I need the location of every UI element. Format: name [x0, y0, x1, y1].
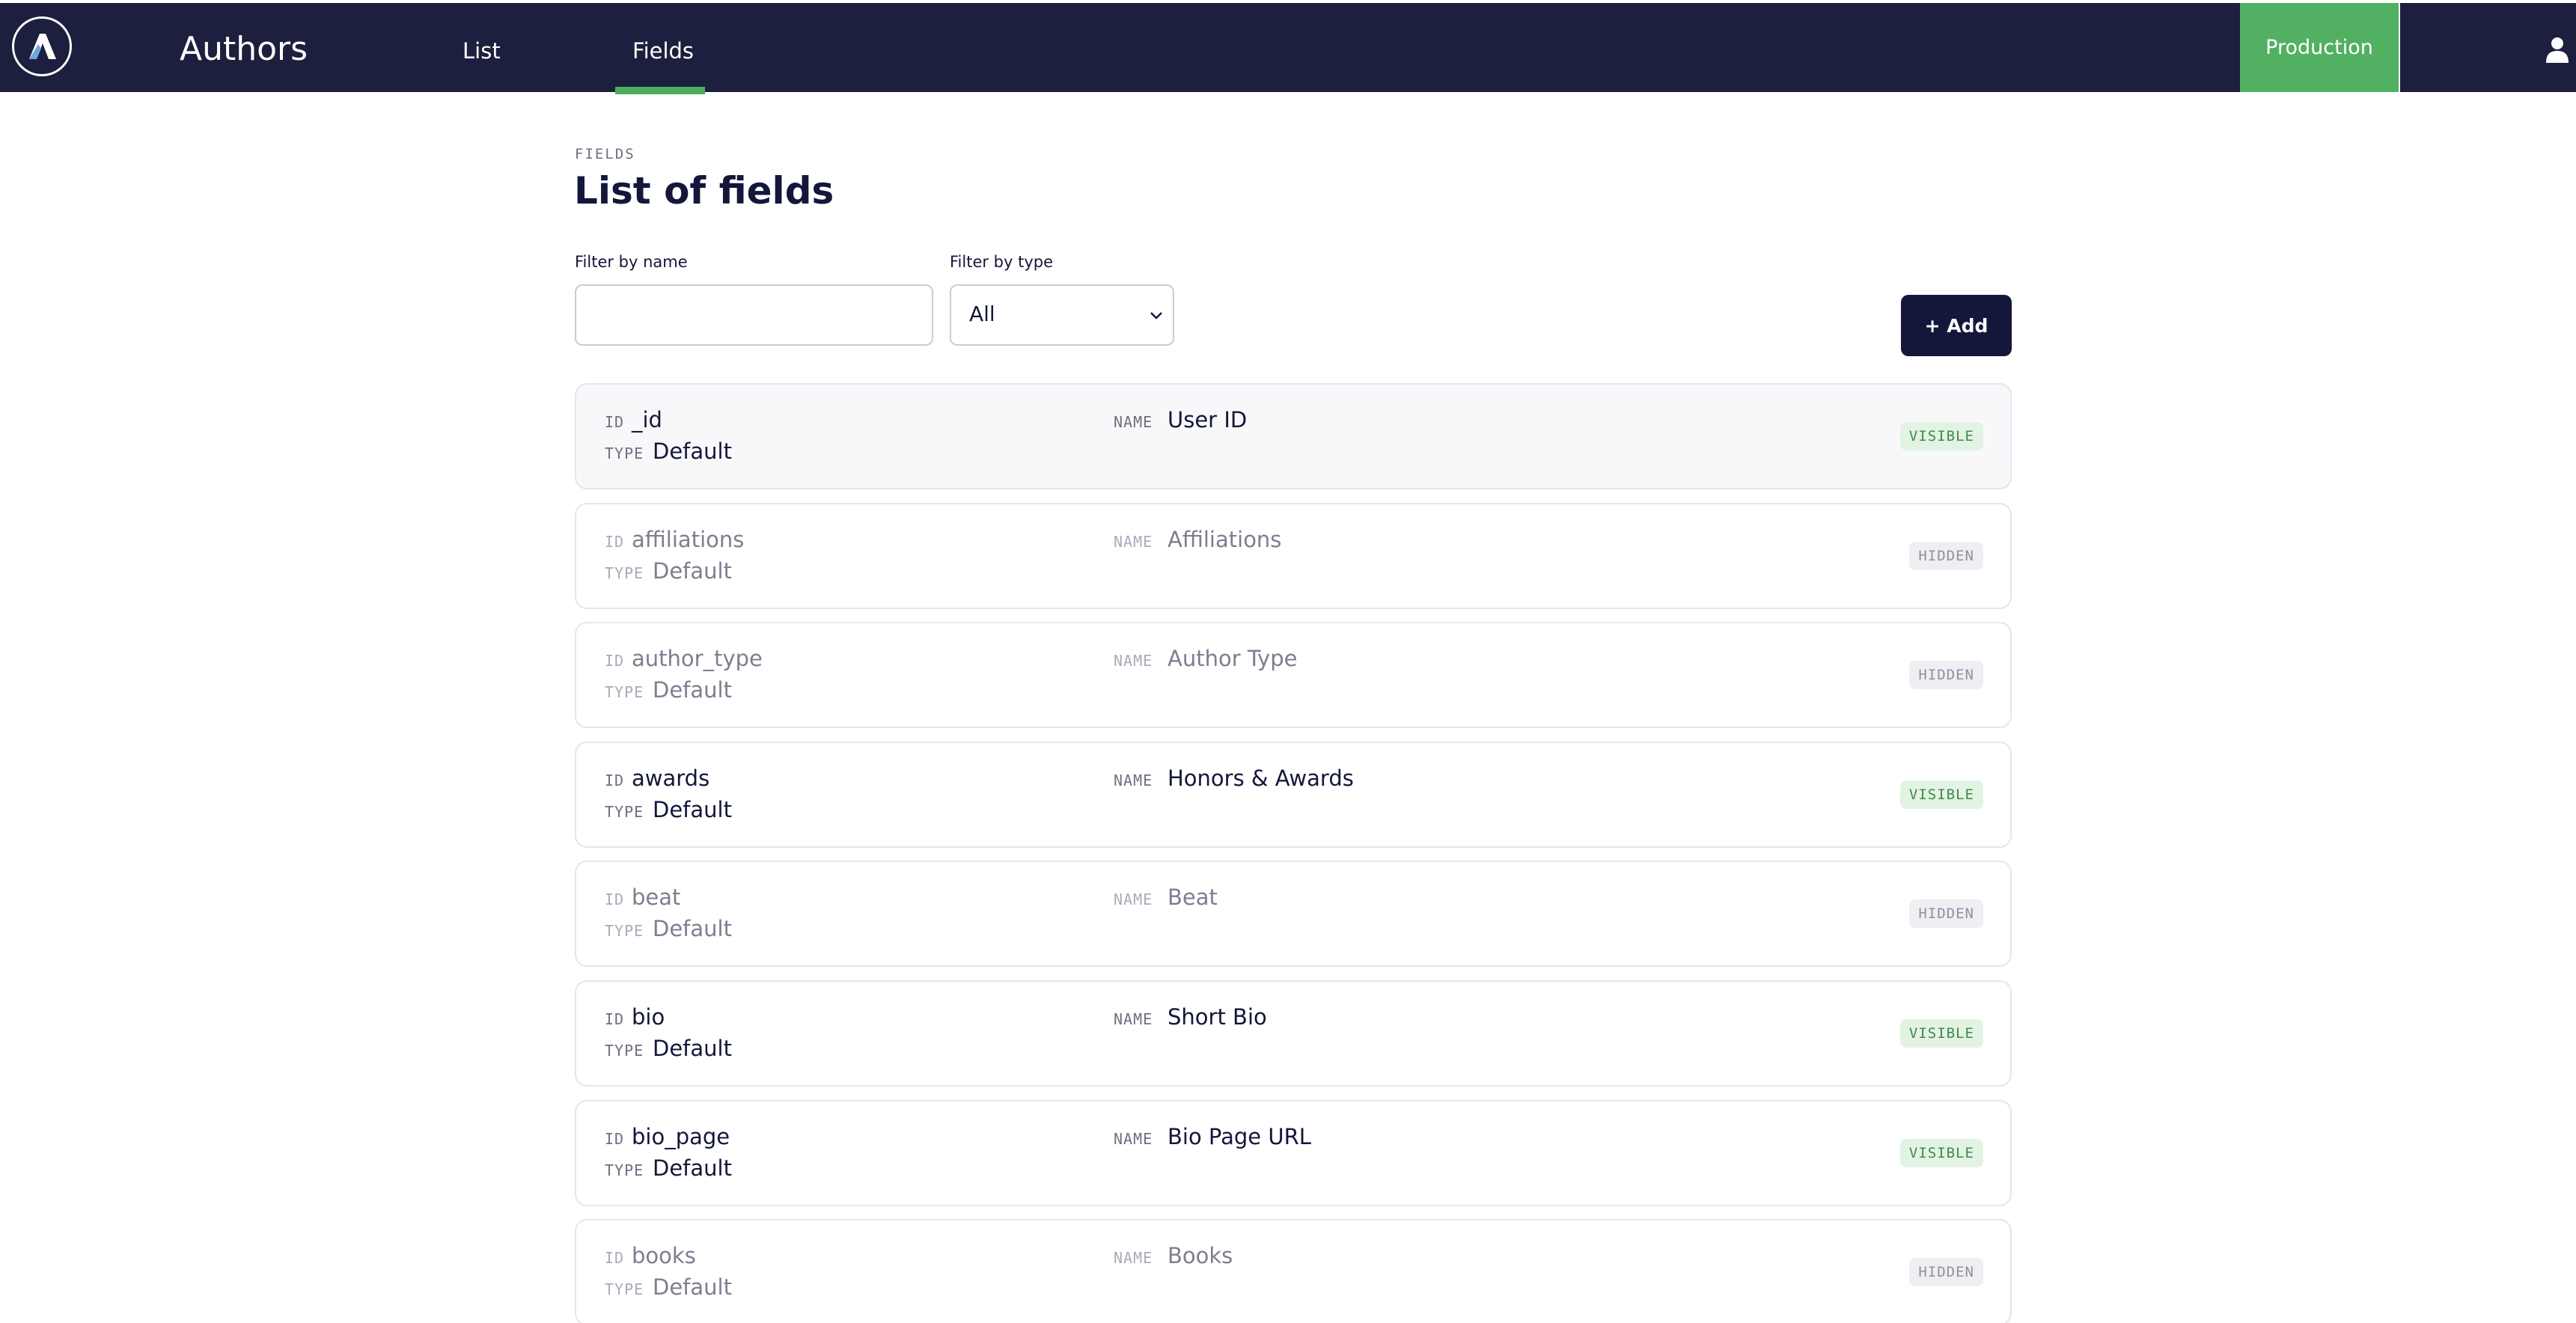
name-key-label: NAME — [1114, 1130, 1153, 1148]
field-row[interactable]: ID books TYPE Default NAME Books HIDDEN — [575, 1219, 2012, 1323]
field-id: books — [632, 1243, 696, 1268]
field-name: User ID — [1168, 407, 1248, 433]
field-row[interactable]: ID bio_page TYPE Default NAME Bio Page U… — [575, 1100, 2012, 1206]
field-id: _id — [632, 407, 662, 433]
name-key-label: NAME — [1114, 890, 1153, 908]
type-key-label: TYPE — [605, 922, 644, 940]
status-badge: VISIBLE — [1899, 780, 1983, 809]
field-row[interactable]: ID awards TYPE Default NAME Honors & Awa… — [575, 742, 2012, 848]
status-badge: HIDDEN — [1909, 661, 1983, 689]
section-label: FIELDS — [575, 146, 635, 162]
filter-name-input[interactable] — [575, 284, 933, 346]
field-name: Short Bio — [1168, 1004, 1267, 1030]
status-badge: HIDDEN — [1909, 899, 1983, 928]
filter-type-label: Filter by type — [950, 253, 1054, 271]
field-type: Default — [653, 677, 732, 703]
field-id: bio — [632, 1004, 665, 1030]
id-key-label: ID — [605, 533, 625, 551]
field-row[interactable]: ID affiliations TYPE Default NAME Affili… — [575, 503, 2012, 609]
chevron-down-icon — [1150, 312, 1162, 320]
filter-type-select[interactable]: All — [950, 284, 1174, 346]
filter-name-label: Filter by name — [575, 253, 688, 271]
name-key-label: NAME — [1114, 772, 1153, 789]
page: Authors List Fields Production FIELDS Li… — [0, 0, 2576, 1323]
id-key-label: ID — [605, 772, 625, 789]
name-key-label: NAME — [1114, 533, 1153, 551]
user-icon[interactable] — [2545, 36, 2570, 63]
status-badge: HIDDEN — [1909, 1258, 1983, 1286]
id-key-label: ID — [605, 1249, 625, 1267]
field-type: Default — [653, 797, 732, 822]
status-badge: VISIBLE — [1899, 1019, 1983, 1048]
field-name: Books — [1168, 1243, 1233, 1268]
active-tab-indicator — [615, 87, 705, 94]
filter-type-value: All — [969, 302, 995, 326]
id-key-label: ID — [605, 890, 625, 908]
field-row[interactable]: ID _id TYPE Default NAME User ID VISIBLE — [575, 383, 2012, 489]
field-row[interactable]: ID beat TYPE Default NAME Beat HIDDEN — [575, 861, 2012, 967]
field-type: Default — [653, 558, 732, 584]
name-key-label: NAME — [1114, 413, 1153, 431]
field-name: Honors & Awards — [1168, 766, 1354, 791]
id-key-label: ID — [605, 413, 625, 431]
field-id: affiliations — [632, 527, 745, 552]
field-id: bio_page — [632, 1124, 730, 1149]
field-name: Bio Page URL — [1168, 1124, 1311, 1149]
type-key-label: TYPE — [605, 564, 644, 582]
tab-list[interactable]: List — [463, 36, 501, 66]
status-badge: VISIBLE — [1899, 422, 1983, 450]
id-key-label: ID — [605, 652, 625, 670]
id-key-label: ID — [605, 1010, 625, 1028]
environment-button[interactable]: Production — [2240, 3, 2400, 92]
type-key-label: TYPE — [605, 803, 644, 821]
field-type: Default — [653, 439, 732, 464]
top-navigation-bar: Authors List Fields Production — [0, 3, 2576, 94]
status-badge: HIDDEN — [1909, 542, 1983, 570]
id-key-label: ID — [605, 1130, 625, 1148]
type-key-label: TYPE — [605, 683, 644, 701]
app-logo-icon[interactable] — [12, 16, 72, 76]
type-key-label: TYPE — [605, 1280, 644, 1298]
type-key-label: TYPE — [605, 444, 644, 462]
field-id: beat — [632, 884, 681, 910]
app-title: Authors — [180, 30, 308, 68]
field-type: Default — [653, 1274, 732, 1300]
field-row[interactable]: ID author_type TYPE Default NAME Author … — [575, 622, 2012, 728]
field-name: Author Type — [1168, 646, 1298, 671]
tab-fields[interactable]: Fields — [632, 36, 694, 66]
type-key-label: TYPE — [605, 1042, 644, 1060]
name-key-label: NAME — [1114, 652, 1153, 670]
page-title: List of fields — [574, 169, 834, 213]
type-key-label: TYPE — [605, 1161, 644, 1179]
name-key-label: NAME — [1114, 1010, 1153, 1028]
name-key-label: NAME — [1114, 1249, 1153, 1267]
field-type: Default — [653, 916, 732, 941]
field-name: Beat — [1168, 884, 1218, 910]
field-type: Default — [653, 1155, 732, 1181]
add-field-button[interactable]: + Add — [1901, 295, 2012, 356]
field-name: Affiliations — [1168, 527, 1282, 552]
field-id: awards — [632, 766, 710, 791]
status-badge: VISIBLE — [1899, 1139, 1983, 1167]
field-type: Default — [653, 1036, 732, 1061]
field-id: author_type — [632, 646, 763, 671]
field-row[interactable]: ID bio TYPE Default NAME Short Bio VISIB… — [575, 980, 2012, 1087]
